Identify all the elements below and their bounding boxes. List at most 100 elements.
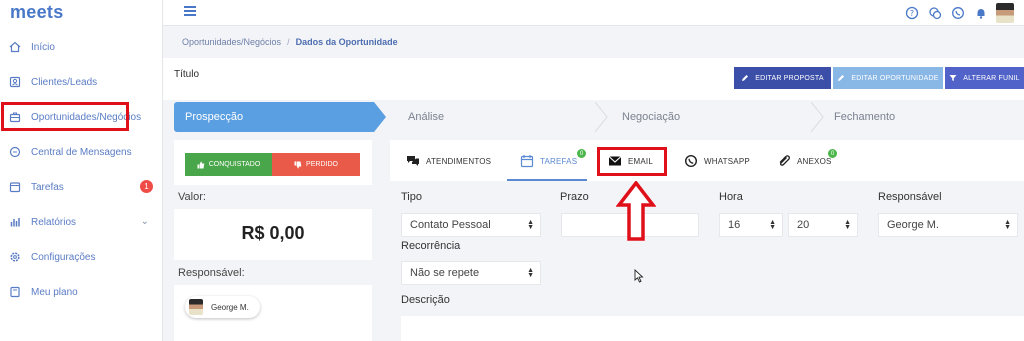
- tab-label: ANEXOS: [797, 156, 832, 166]
- app-logo[interactable]: meets: [10, 2, 64, 23]
- home-icon: [8, 40, 22, 54]
- sidebar-item-inicio[interactable]: Início: [0, 32, 163, 62]
- tab-tarefas[interactable]: TAREFAS: [520, 150, 577, 172]
- bar-chart-icon: [8, 215, 22, 229]
- chat-icon: [8, 145, 22, 159]
- hora-hour-select[interactable]: 16 ▲ ▼: [719, 213, 783, 237]
- value-label: Valor:: [174, 185, 372, 209]
- edit-opportunity-label: EDITAR OPORTUNIDADE: [851, 74, 939, 82]
- messages-icon[interactable]: [927, 6, 942, 21]
- hora-minute-select[interactable]: 20 ▲ ▼: [788, 213, 858, 237]
- svg-text:?: ?: [909, 9, 913, 18]
- plan-icon: [8, 285, 22, 299]
- lost-label: PERDIDO: [306, 161, 338, 168]
- select-arrows-icon: ▲ ▼: [1004, 219, 1011, 231]
- edit-proposal-button[interactable]: EDITAR PROPOSTA: [734, 67, 831, 89]
- activity-tabs: ATENDIMENTOS TAREFAS 0 EMAIL WHATSAPP AN…: [390, 140, 1024, 181]
- top-icons: ?: [896, 3, 1014, 23]
- sidebar-item-clientes-leads[interactable]: Clientes/Leads: [0, 67, 163, 97]
- pipeline-stages: Prospecção Análise Negociação Fechamento: [174, 102, 1024, 132]
- change-funnel-button[interactable]: ALTERAR FUNIL: [945, 67, 1024, 89]
- stage-analise[interactable]: Análise: [389, 102, 601, 132]
- lost-button[interactable]: PERDIDO: [272, 153, 360, 176]
- prazo-label: Prazo: [560, 191, 589, 203]
- edit-proposal-label: EDITAR PROPOSTA: [755, 74, 824, 82]
- highlight-box: [597, 147, 667, 176]
- sidebar-item-central-mensagens[interactable]: Central de Mensagens: [0, 137, 163, 167]
- chat-bubbles-icon: [407, 156, 419, 166]
- stage-fechamento[interactable]: Fechamento: [819, 102, 1024, 132]
- won-button[interactable]: CONQUISTADO: [185, 153, 272, 176]
- highlight-box: [1, 102, 129, 131]
- thumbs-up-icon: [197, 161, 204, 168]
- select-arrows-icon: ▲ ▼: [844, 219, 851, 231]
- breadcrumb-current: Dados da Oportunidade: [295, 37, 398, 47]
- select-arrows-icon: ▲ ▼: [527, 267, 534, 279]
- page-title: Título: [174, 69, 200, 80]
- hora-hour-value: 16: [728, 219, 741, 231]
- sidebar-item-tarefas[interactable]: Tarefas: [0, 172, 163, 202]
- funnel-icon: [949, 75, 957, 81]
- select-arrows-icon: ▲ ▼: [527, 219, 534, 231]
- hora-label: Hora: [719, 191, 743, 203]
- whatsapp-icon: [684, 154, 698, 168]
- tab-label: TAREFAS: [540, 156, 578, 166]
- descricao-label: Descrição: [401, 294, 450, 306]
- recorrencia-select[interactable]: Não se repete ▲ ▼: [401, 261, 541, 285]
- tipo-select[interactable]: Contato Pessoal ▲ ▼: [401, 213, 541, 237]
- avatar: [189, 299, 203, 315]
- tab-atendimentos[interactable]: ATENDIMENTOS: [406, 150, 491, 172]
- pencil-icon: [838, 75, 845, 81]
- tipo-label: Tipo: [401, 191, 422, 203]
- stage-prospeccao[interactable]: Prospecção: [174, 102, 386, 132]
- chevron-down-icon[interactable]: ⌄: [141, 216, 149, 227]
- breadcrumb: Oportunidades/Negócios / Dados da Oportuni…: [182, 37, 398, 47]
- sidebar-item-relatorios[interactable]: Relatórios: [0, 207, 163, 237]
- stage-negociacao[interactable]: Negociação: [604, 102, 816, 132]
- sidebar-item-label: Configurações: [31, 251, 96, 263]
- user-avatar[interactable]: [996, 3, 1014, 23]
- deal-summary-panel: CONQUISTADO PERDIDO Valor: R$ 0,00 Respo…: [174, 140, 372, 341]
- top-bar: ?: [163, 0, 1024, 26]
- owner-chip[interactable]: George M.: [185, 296, 260, 318]
- tipo-value: Contato Pessoal: [410, 219, 491, 231]
- sidebar-item-label: Clientes/Leads: [31, 76, 98, 88]
- breadcrumb-parent[interactable]: Oportunidades/Negócios: [182, 37, 281, 47]
- sidebar-item-label: Relatórios: [31, 216, 77, 228]
- sidebar-item-label: Tarefas: [31, 181, 64, 193]
- tasks-tab-badge: 0: [577, 149, 586, 158]
- sidebar-item-meu-plano[interactable]: Meu plano: [0, 277, 163, 307]
- edit-opportunity-button[interactable]: EDITAR OPORTUNIDADE: [833, 67, 943, 89]
- sidebar-item-label: Meu plano: [31, 286, 78, 298]
- bell-icon[interactable]: [973, 6, 988, 21]
- responsavel-value: George M.: [887, 219, 939, 231]
- hamburger-menu-icon[interactable]: [184, 6, 196, 16]
- tab-whatsapp[interactable]: WHATSAPP: [684, 150, 750, 172]
- arrow-up-annotation-icon: [616, 181, 656, 241]
- descricao-textarea[interactable]: [401, 316, 1024, 341]
- calendar-icon: [520, 155, 534, 168]
- change-funnel-label: ALTERAR FUNIL: [963, 74, 1020, 82]
- sidebar-item-configuracoes[interactable]: Configurações: [0, 242, 163, 272]
- thumbs-down-icon: [294, 161, 302, 168]
- breadcrumb-separator: /: [287, 37, 290, 47]
- mouse-cursor-icon: [634, 269, 644, 283]
- recorrencia-label: Recorrência: [401, 240, 461, 252]
- won-label: CONQUISTADO: [208, 161, 261, 168]
- whatsapp-icon[interactable]: [950, 6, 965, 21]
- responsavel-label: Responsável: [878, 191, 942, 203]
- contacts-icon: [8, 75, 22, 89]
- recorrencia-value: Não se repete: [410, 267, 480, 279]
- tasks-icon: [8, 180, 22, 194]
- tab-anexos[interactable]: ANEXOS: [777, 150, 832, 172]
- activity-panel: ATENDIMENTOS TAREFAS 0 EMAIL WHATSAPP AN…: [390, 140, 1024, 341]
- sidebar: meets Início Clientes/Leads Oportunidade…: [0, 0, 163, 341]
- owner-label: Responsável:: [174, 260, 372, 285]
- deal-value: R$ 0,00: [241, 223, 305, 243]
- help-icon[interactable]: ?: [904, 6, 919, 21]
- task-form: Tipo Contato Pessoal ▲ ▼ Prazo Hora 16 ▲ ▼…: [390, 181, 1024, 341]
- responsavel-select[interactable]: George M. ▲ ▼: [878, 213, 1018, 237]
- attachments-tab-badge: 0: [828, 149, 837, 158]
- select-arrows-icon: ▲ ▼: [769, 219, 776, 231]
- tab-label: ATENDIMENTOS: [426, 156, 492, 166]
